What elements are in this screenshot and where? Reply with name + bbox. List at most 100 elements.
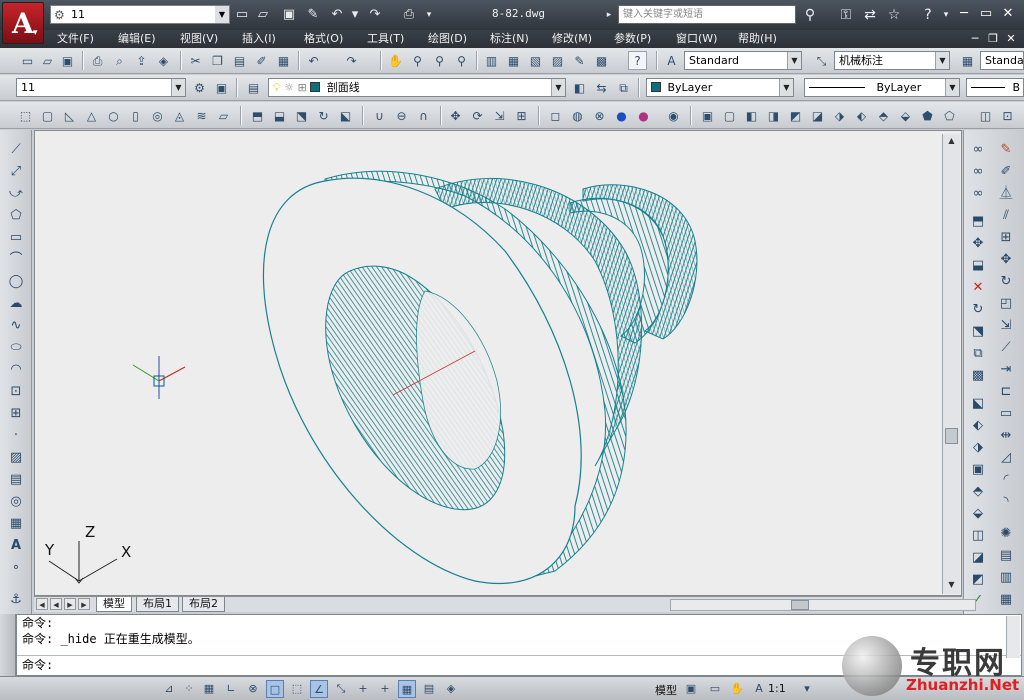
chevron-down-icon[interactable]: ▼ [551,79,565,96]
customize-dropdown-icon[interactable]: ▾ [420,5,438,25]
table-icon[interactable]: ▦ [6,514,26,534]
binoculars-icon[interactable]: ⚲ [800,5,820,25]
erase-icon[interactable]: ✐ [996,162,1016,182]
circle-icon[interactable]: ◯ [6,272,26,292]
last-tab-icon[interactable]: ▶ [78,598,90,610]
hatch-icon[interactable]: ▨ [6,448,26,468]
linetype-combo[interactable]: ByLayer ▼ [804,78,960,97]
blend-icon[interactable]: ◝ [996,492,1016,512]
fillet-icon[interactable]: ◜ [996,470,1016,490]
tab-model[interactable]: 模型 [96,597,132,612]
helix-icon[interactable]: ≋ [192,106,211,125]
revolve-icon[interactable]: ↻ [314,106,333,125]
torus-icon[interactable]: ◎ [148,106,167,125]
extend-icon[interactable]: ⇥ [996,360,1016,380]
rt-check-icon[interactable]: ⬘ [968,482,988,502]
rt-delete-faces-icon[interactable]: ✕ [968,278,988,298]
quickcalc-icon[interactable]: ▩ [592,51,611,70]
wedge-icon[interactable]: ◺ [60,106,79,125]
rt-slice-icon[interactable]: ◫ [968,526,988,546]
workspace-combo[interactable]: ⚙ 11 ▼ [50,5,230,24]
table-style-combo[interactable]: Standa [980,51,1024,70]
gradient-icon[interactable]: ▤ [6,470,26,490]
visual-style-conceptual-icon[interactable]: ● [612,106,631,125]
dim-style-icon[interactable]: ⤡ [812,51,831,70]
3d-move-icon[interactable]: ✥ [446,106,465,125]
mirror-icon[interactable]: ⏅ [996,184,1016,204]
vertical-scrollbar[interactable]: ▲ ▼ [942,134,960,594]
rt-imprint-icon[interactable]: ⬕ [968,394,988,414]
multiline-text-icon[interactable]: A [6,536,26,556]
layer-state-icon[interactable]: ⧉ [614,78,633,97]
chevron-down-icon[interactable]: ▼ [171,79,185,96]
zoom-previous-icon[interactable]: ⚲ [452,51,471,70]
next-tab-icon[interactable]: ▶ [64,598,76,610]
drawing-area[interactable]: Y Z X [34,130,962,596]
print-icon[interactable]: ⎙ [400,5,418,25]
cylinder-icon[interactable]: ▯ [126,106,145,125]
help-toolbar-icon[interactable]: ? [628,51,647,70]
block-editor-icon[interactable]: ▦ [274,51,293,70]
view-combo[interactable]: 11 ▼ [16,78,186,97]
view-bottom-icon[interactable]: ▢ [720,106,739,125]
infer-constraints-icon[interactable]: ⊿ [160,680,178,698]
rt-copy-faces-icon[interactable]: ⧉ [968,344,988,364]
prev-tab-icon[interactable]: ◀ [50,598,62,610]
array-icon[interactable]: ⊞ [996,228,1016,248]
sw-iso-icon[interactable]: ⬗ [830,106,849,125]
chevron-down-icon[interactable]: ▼ [779,79,793,96]
planar-surface-icon[interactable]: ▱ [214,106,233,125]
paste-icon[interactable]: ▤ [230,51,249,70]
rt-rotate-faces-icon[interactable]: ↻ [968,300,988,320]
rt-interfere-icon[interactable]: ◩ [968,570,988,590]
first-tab-icon[interactable]: ◀ [36,598,48,610]
ucs-world-icon[interactable]: ◫ [976,106,995,125]
subtract-icon[interactable]: ⊖ [392,106,411,125]
selection-cycling-icon[interactable]: ◈ [442,680,460,698]
union-icon[interactable]: ∪ [370,106,389,125]
close-button[interactable]: ✕ [998,4,1018,24]
rt-union-icon[interactable]: ∞ [968,140,988,160]
menu-tools[interactable]: 工具(T) [367,31,404,47]
quick-view-drawings-icon[interactable]: ▭ [706,680,724,698]
exchange-icon[interactable]: ⇄ [860,5,880,25]
cone-icon[interactable]: △ [82,106,101,125]
annotation-scale-icon[interactable]: A [750,680,768,698]
menu-view[interactable]: 视图(V) [180,31,218,47]
command-window-grip[interactable] [0,614,16,676]
ucs-icon[interactable]: ▣ [212,78,231,97]
view-back-icon[interactable]: ◪ [808,106,827,125]
zoom-window-icon[interactable]: ⚲ [430,51,449,70]
save-toolbar-icon[interactable]: ▣ [58,51,77,70]
3d-align-icon[interactable]: ⇲ [490,106,509,125]
visual-style-shaded-icon[interactable]: ● [634,106,653,125]
presspull-icon[interactable]: ⬓ [270,106,289,125]
scale-icon[interactable]: ◰ [996,294,1016,314]
sheet-set-icon[interactable]: ▨ [548,51,567,70]
text-style-icon[interactable]: A [662,51,681,70]
match-properties-icon[interactable]: ✐ [252,51,271,70]
revision-cloud-icon[interactable]: ☁ [6,294,26,314]
application-menu-button[interactable]: A ▾ [2,2,44,44]
dynamic-ucs-icon[interactable]: ⤡ [332,680,350,698]
polysolid-icon[interactable]: ⬚ [16,106,35,125]
menu-file[interactable]: 文件(F) [57,31,94,47]
spline-icon[interactable]: ∿ [6,316,26,336]
construction-line-icon[interactable]: ⤢ [6,162,26,182]
add-selected-icon[interactable]: ∘ [6,558,26,578]
visual-styles-manager-icon[interactable]: ◉ [664,106,683,125]
key-icon[interactable]: ⚿ [836,5,856,25]
publish-icon[interactable]: ⇪ [132,51,151,70]
rt-taper-faces-icon[interactable]: ⬔ [968,322,988,342]
rt-extrude-faces-icon[interactable]: ⬒ [968,212,988,232]
qnew-icon[interactable]: ▭ [18,51,37,70]
quick-properties-icon[interactable]: ▤ [420,680,438,698]
model-space-label[interactable]: 模型 [655,682,677,698]
properties-icon[interactable]: ▥ [482,51,501,70]
object-snap-icon[interactable]: □ [266,680,284,698]
undo-dropdown-icon[interactable]: ▾ [346,5,364,25]
help-icon[interactable]: ? [918,5,938,25]
lineweight-toggle-icon[interactable]: + [376,680,394,698]
ortho-mode-icon[interactable]: ∟ [222,680,240,698]
rt-layer-c-icon[interactable]: ▦ [996,590,1016,610]
